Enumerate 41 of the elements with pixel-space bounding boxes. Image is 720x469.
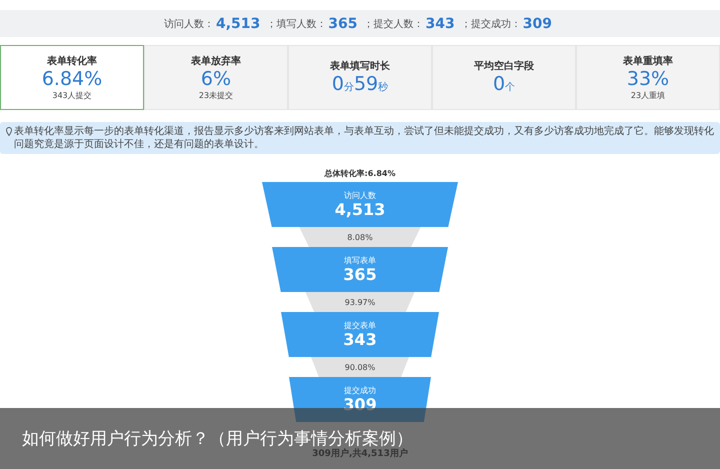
summary-label: 访问人数：: [164, 18, 214, 30]
card-value: 0分59秒: [332, 73, 388, 96]
card-title: 表单填写时长: [330, 60, 390, 74]
stage-value: 4,513: [334, 201, 386, 219]
summary-label: ；提交人数：: [364, 18, 424, 30]
funnel-footer: 309用户,共4,513用户: [312, 447, 408, 460]
stage-label: 访问人数: [344, 190, 376, 202]
card-note: 23未提交: [198, 90, 234, 102]
card-note: 343人提交: [52, 90, 92, 102]
funnel-title: 总体转化率:6.84%: [324, 168, 396, 179]
metric-card[interactable]: 表单转化率 6.84% 343人提交: [0, 45, 144, 110]
stage-label: 填写表单: [344, 255, 376, 266]
card-title: 表单放弃率: [191, 54, 241, 68]
card-title: 平均空白字段: [474, 59, 534, 74]
stage-value: 343: [343, 331, 377, 349]
card-value: 33%: [626, 68, 670, 90]
summary-value: 343: [426, 16, 455, 32]
location-pin-icon: [6, 127, 12, 136]
summary-value: 4,513: [216, 16, 260, 32]
conversion-rate: 90.08%: [344, 362, 376, 372]
metric-card[interactable]: 表单填写时长 0分59秒: [288, 45, 432, 110]
card-value: 6%: [200, 68, 232, 90]
card-value: 0个: [492, 73, 516, 96]
stage-value: 365: [343, 266, 377, 284]
summary-label: ；填写人数：: [266, 18, 326, 30]
card-note: 23人重填: [630, 90, 666, 102]
metric-card[interactable]: 表单放弃率 6% 23未提交: [144, 45, 288, 110]
summary-value: 309: [522, 16, 552, 32]
info-text: 表单转化率显示每一步的表单转化渠道，报告显示多少访客来到网站表单，与表单互动，尝试了但未能提交成功，又有多少访客成功地完成了它。能够发现转化问题究竟是源于页面设计不佳，还是有问题的表单设计。: [14, 125, 714, 151]
summary-value: 365: [328, 16, 358, 32]
metric-card[interactable]: 表单重填率 33% 23人重填: [576, 45, 720, 110]
card-title: 表单重填率: [623, 54, 673, 68]
conversion-rate: 8.08%: [347, 232, 373, 242]
card-title: 表单转化率: [47, 54, 97, 68]
caption-text: 如何做好用户行为分析？（用户行为事情分析案例）: [22, 428, 413, 449]
stage-label: 提交成功: [344, 385, 376, 396]
stage-label: 提交表单: [344, 320, 376, 332]
conversion-rate: 93.97%: [344, 298, 376, 306]
metric-card[interactable]: 平均空白字段 0个: [432, 45, 576, 110]
summary-label: ；提交成功：: [460, 18, 521, 30]
card-value: 6.84%: [42, 68, 102, 90]
